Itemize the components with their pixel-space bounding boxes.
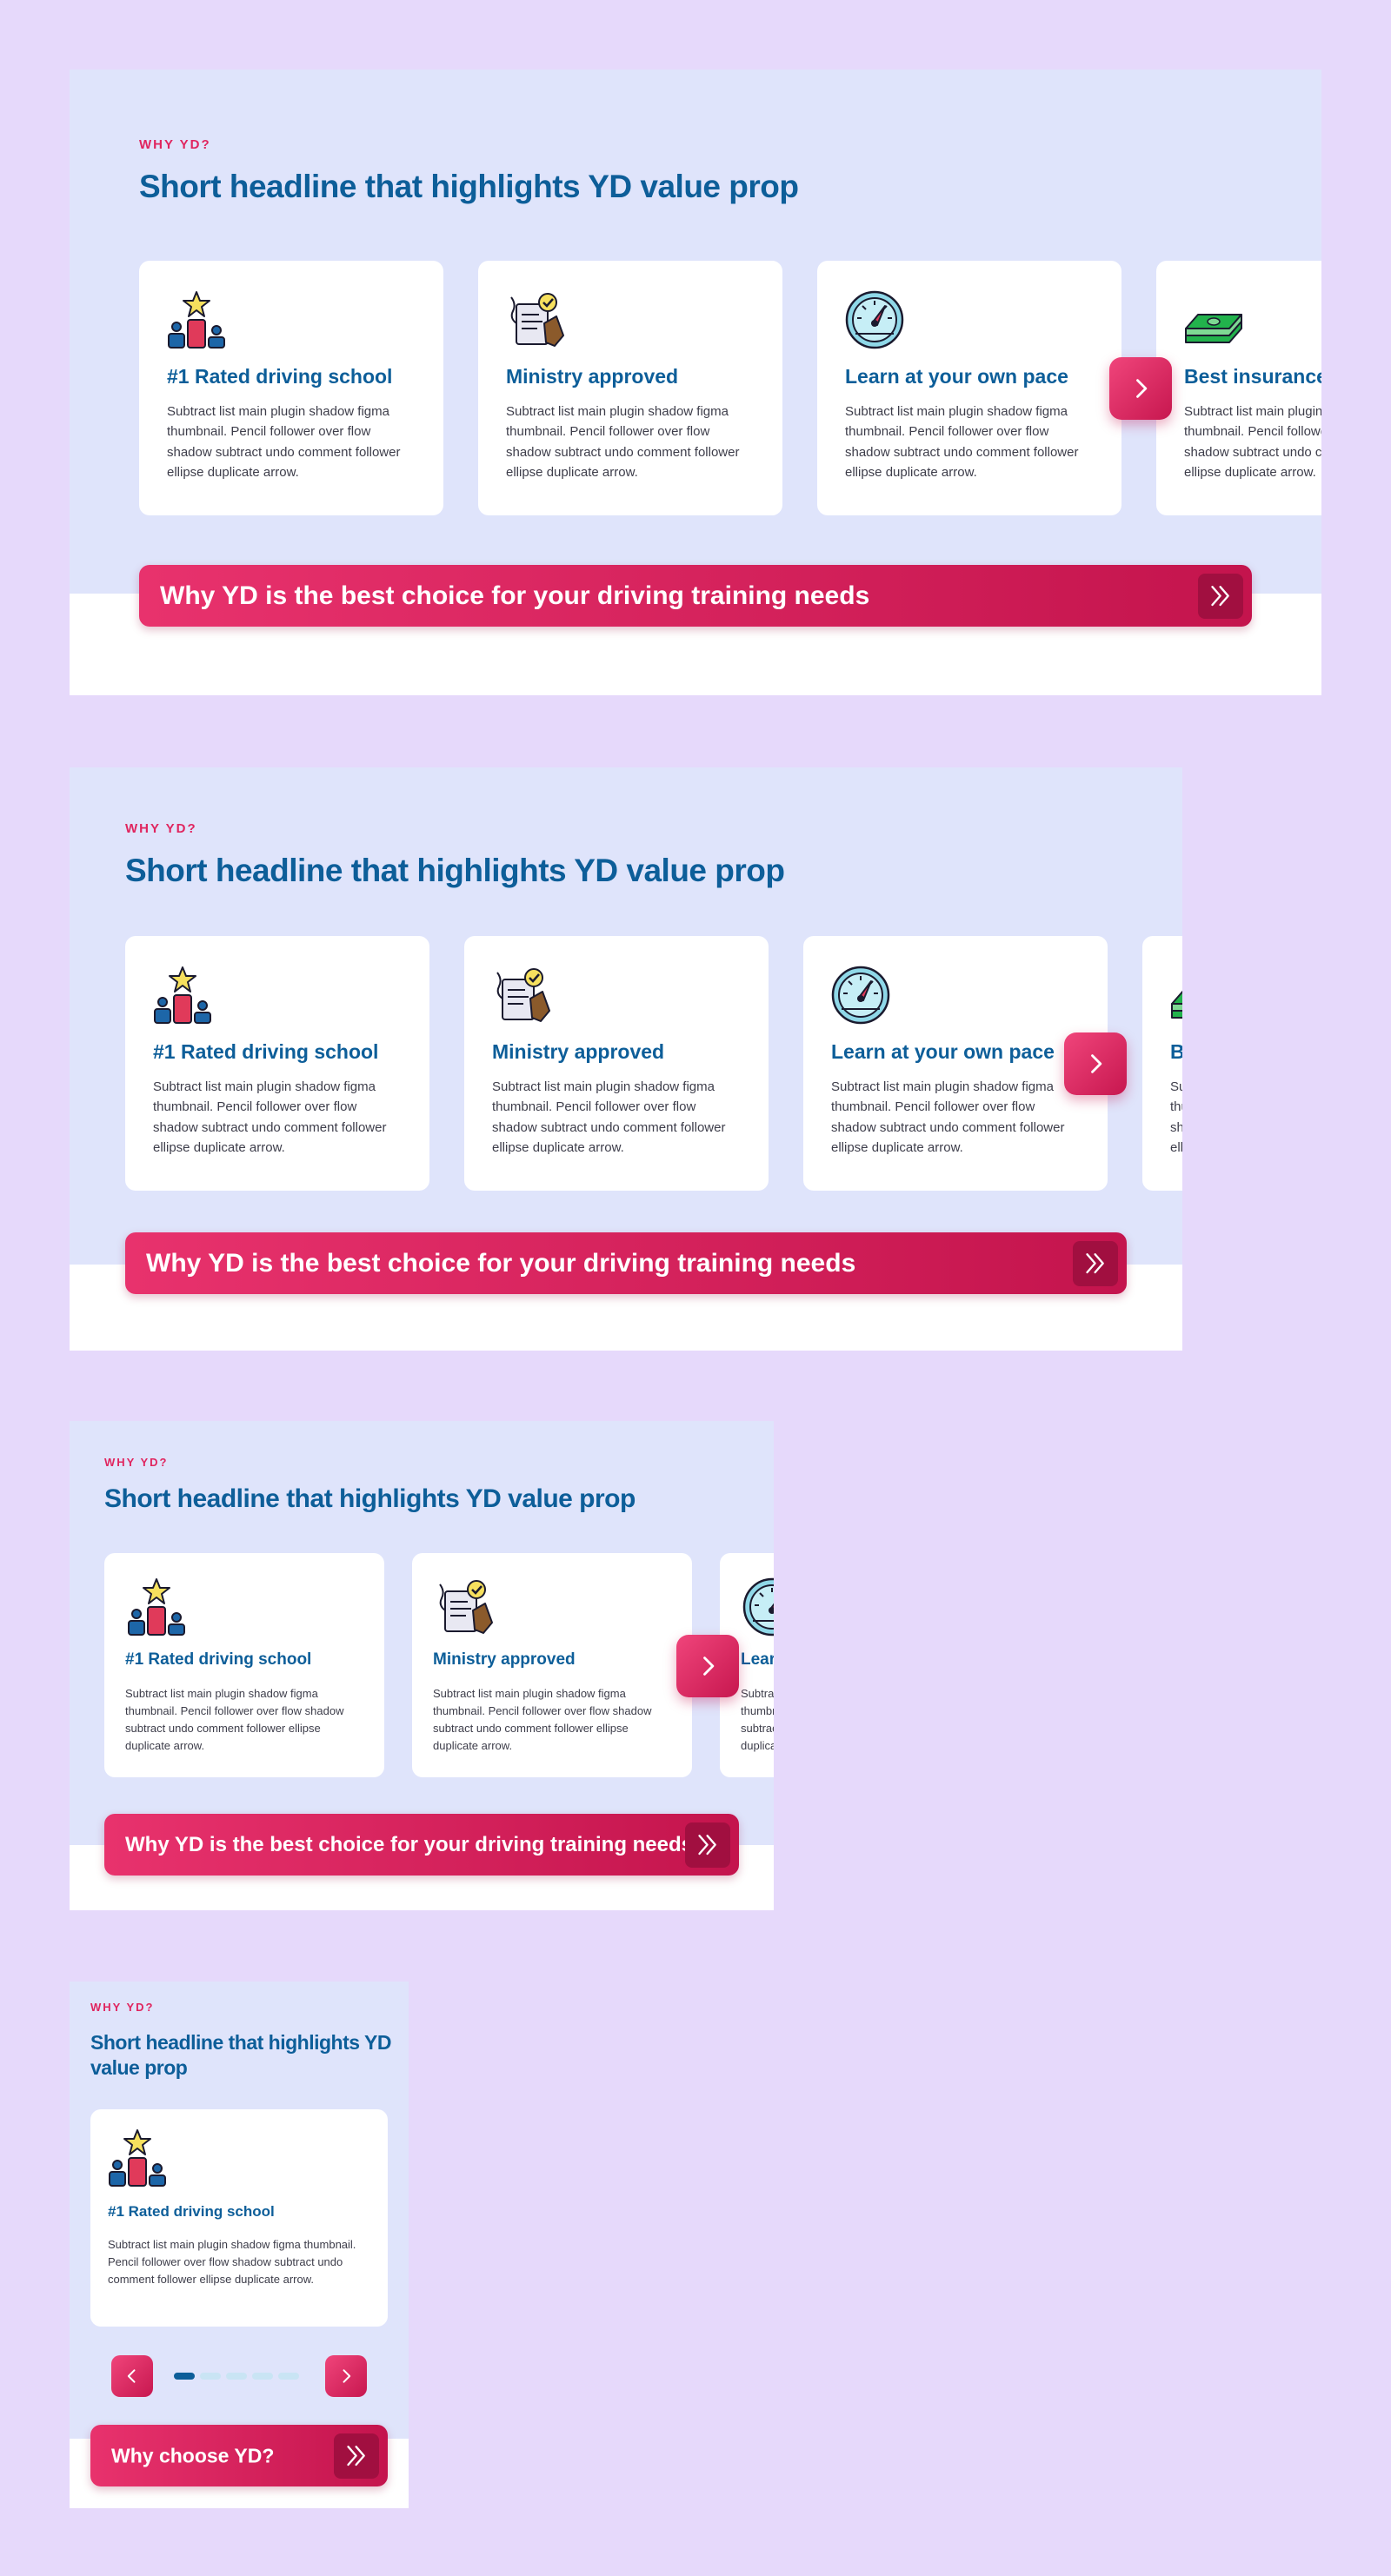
cta-label: Why YD is the best choice for your drivi… bbox=[160, 581, 870, 610]
double-chevron-right-icon bbox=[685, 1822, 730, 1868]
feature-card: #1 Rated driving school Subtract list ma… bbox=[125, 936, 429, 1191]
headline: Short headline that highlights YD value … bbox=[125, 853, 785, 888]
why-choose-yd-cta-button[interactable]: Why choose YD? bbox=[90, 2425, 388, 2486]
approved-document-icon bbox=[490, 964, 553, 1026]
card-title: Ministry approved bbox=[433, 1650, 576, 1669]
card-body: Subtract list main plugin shadow figma t… bbox=[741, 1687, 774, 1753]
carousel-next-button[interactable] bbox=[1064, 1032, 1127, 1095]
chevron-right-icon bbox=[1128, 376, 1153, 401]
card-body: Subtract list main plugin shadow figma t… bbox=[433, 1687, 652, 1753]
feature-card: #1 Rated driving school Subtract list ma… bbox=[90, 2109, 388, 2327]
card-body: Subtract list main plugin shadow figma t… bbox=[125, 1687, 344, 1753]
card-title: Ministry approved bbox=[506, 365, 679, 388]
feature-card: Best insurance Subtract list main plugin… bbox=[1142, 936, 1182, 1191]
carousel-pagination bbox=[174, 2373, 299, 2380]
why-yd-section-lg: WHY YD? Short headline that highlights Y… bbox=[70, 767, 1182, 1351]
card-title: Best insurance bbox=[1184, 365, 1321, 388]
card-title: Learn at your own pace bbox=[831, 1040, 1055, 1063]
card-title: Ministry approved bbox=[492, 1040, 665, 1063]
card-body: Subtract list main plugin shadow figma t… bbox=[492, 1079, 726, 1155]
eyebrow: WHY YD? bbox=[139, 137, 211, 152]
speedometer-icon bbox=[741, 1576, 774, 1638]
podium-star-icon bbox=[151, 964, 214, 1026]
carousel-prev-button[interactable] bbox=[111, 2355, 153, 2397]
headline: Short headline that highlights YD value … bbox=[104, 1484, 636, 1513]
podium-star-icon bbox=[165, 289, 228, 351]
why-yd-cta-button[interactable]: Why YD is the best choice for your drivi… bbox=[104, 1814, 739, 1876]
why-yd-cta-button[interactable]: Why YD is the best choice for your drivi… bbox=[125, 1232, 1127, 1294]
card-title: Learn at your own pace bbox=[845, 365, 1068, 388]
chevron-left-icon bbox=[123, 2367, 141, 2385]
card-title: #1 Rated driving school bbox=[125, 1650, 312, 1669]
approved-document-icon bbox=[504, 289, 567, 351]
eyebrow: WHY YD? bbox=[125, 821, 197, 836]
card-body: Subtract list main plugin shadow figma t… bbox=[1184, 404, 1321, 480]
carousel-next-button[interactable] bbox=[325, 2355, 367, 2397]
eyebrow: WHY YD? bbox=[104, 1456, 169, 1469]
why-yd-cta-button[interactable]: Why YD is the best choice for your drivi… bbox=[139, 565, 1252, 627]
chevron-right-icon bbox=[1083, 1052, 1108, 1076]
card-title: Learn at your own pace bbox=[741, 1650, 774, 1669]
card-body: Subtract list main plugin shadow figma t… bbox=[108, 2238, 356, 2287]
chevron-right-icon bbox=[337, 2367, 355, 2385]
why-yd-section-xl: WHY YD? Short headline that highlights Y… bbox=[70, 70, 1321, 695]
pagination-dot[interactable] bbox=[226, 2373, 247, 2380]
card-body: Subtract list main plugin shadow figma t… bbox=[153, 1079, 387, 1155]
pagination-dot[interactable] bbox=[174, 2373, 195, 2380]
card-title: #1 Rated driving school bbox=[167, 365, 393, 388]
cta-label: Why YD is the best choice for your drivi… bbox=[146, 1248, 856, 1278]
feature-card: Ministry approved Subtract list main plu… bbox=[412, 1553, 692, 1777]
card-title: Best insurance bbox=[1170, 1040, 1182, 1063]
cta-label: Why YD is the best choice for your drivi… bbox=[125, 1832, 694, 1856]
approved-document-icon bbox=[433, 1576, 496, 1638]
feature-card: Learn at your own pace Subtract list mai… bbox=[803, 936, 1108, 1191]
feature-card: Ministry approved Subtract list main plu… bbox=[464, 936, 769, 1191]
feature-card: #1 Rated driving school Subtract list ma… bbox=[139, 261, 443, 515]
why-yd-section-md: WHY YD? Short headline that highlights Y… bbox=[70, 1421, 774, 1910]
carousel-next-button[interactable] bbox=[1109, 357, 1172, 420]
chevron-right-icon bbox=[696, 1654, 720, 1678]
double-chevron-right-icon bbox=[1198, 573, 1243, 619]
double-chevron-right-icon bbox=[1073, 1240, 1118, 1286]
feature-card: #1 Rated driving school Subtract list ma… bbox=[104, 1553, 384, 1777]
money-stack-icon bbox=[1182, 289, 1245, 351]
card-body: Subtract list main plugin shadow figma t… bbox=[831, 1079, 1065, 1155]
headline: Short headline that highlights YD value … bbox=[90, 2031, 391, 2079]
card-body: Subtract list main plugin shadow figma t… bbox=[506, 404, 740, 480]
eyebrow: WHY YD? bbox=[90, 2001, 155, 2014]
double-chevron-right-icon bbox=[334, 2433, 379, 2479]
card-title: #1 Rated driving school bbox=[153, 1040, 379, 1063]
pagination-dot[interactable] bbox=[278, 2373, 299, 2380]
headline: Short headline that highlights YD value … bbox=[139, 169, 799, 204]
card-title: #1 Rated driving school bbox=[108, 2203, 275, 2220]
cta-label: Why choose YD? bbox=[111, 2444, 275, 2466]
pagination-dot[interactable] bbox=[200, 2373, 221, 2380]
carousel-next-button[interactable] bbox=[676, 1635, 739, 1697]
feature-card: Learn at your own pace Subtract list mai… bbox=[817, 261, 1121, 515]
money-stack-icon bbox=[1168, 964, 1182, 1026]
podium-star-icon bbox=[106, 2127, 169, 2189]
speedometer-icon bbox=[829, 964, 892, 1026]
speedometer-icon bbox=[843, 289, 906, 351]
pagination-dot[interactable] bbox=[252, 2373, 273, 2380]
card-body: Subtract list main plugin shadow figma t… bbox=[1170, 1079, 1182, 1155]
feature-card: Ministry approved Subtract list main plu… bbox=[478, 261, 782, 515]
card-body: Subtract list main plugin shadow figma t… bbox=[845, 404, 1079, 480]
card-body: Subtract list main plugin shadow figma t… bbox=[167, 404, 401, 480]
podium-star-icon bbox=[125, 1576, 188, 1638]
why-yd-section-sm: WHY YD? Short headline that highlights Y… bbox=[70, 1982, 409, 2508]
feature-card: Best insurance Subtract list main plugin… bbox=[1156, 261, 1321, 515]
